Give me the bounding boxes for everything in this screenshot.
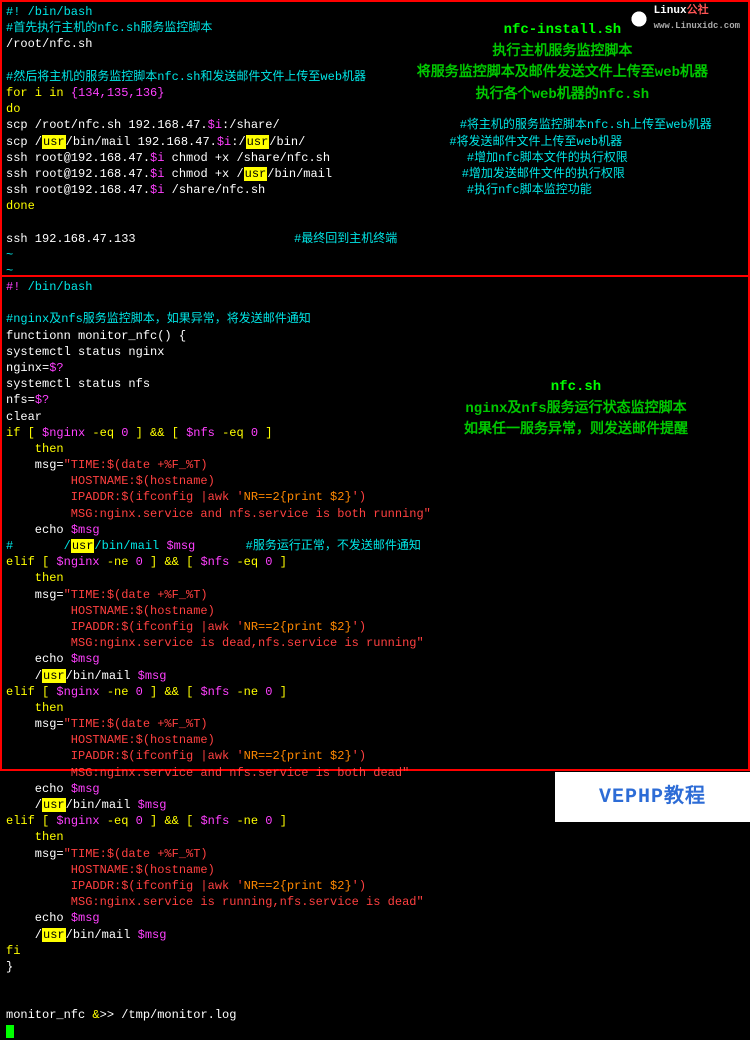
callout-top-title: nfc-install.sh [417,20,708,42]
script-panel-1: Linux公社 www.Linuxidc.com nfc-install.sh … [0,0,750,276]
callout-bottom-title: nfc.sh [464,377,688,399]
script-panel-2: nfc.sh nginx及nfs服务运行状态监控脚本 如果任一服务异常，则发送邮… [0,276,750,771]
callout-top-l2: 将服务监控脚本及邮件发送文件上传至web机器 [417,63,708,85]
callout-top-l3: 执行各个web机器的nfc.sh [417,85,708,107]
watermark-label: Linux [654,5,687,17]
callout-bottom-l1: nginx及nfs服务运行状态监控脚本 [464,399,688,421]
footer-text: VEPHP教程 [599,784,706,811]
callout-top-l1: 执行主机服务监控脚本 [417,42,708,64]
footer-badge: VEPHP教程 [555,772,750,822]
watermark-sub: 公社 [687,5,709,17]
callout-bottom: nfc.sh nginx及nfs服务运行状态监控脚本 如果任一服务异常，则发送邮… [464,377,688,442]
callout-bottom-l2: 如果任一服务异常，则发送邮件提醒 [464,420,688,442]
callout-top: nfc-install.sh 执行主机服务监控脚本 将服务监控脚本及邮件发送文件… [417,20,708,107]
cursor-icon [6,1025,14,1038]
